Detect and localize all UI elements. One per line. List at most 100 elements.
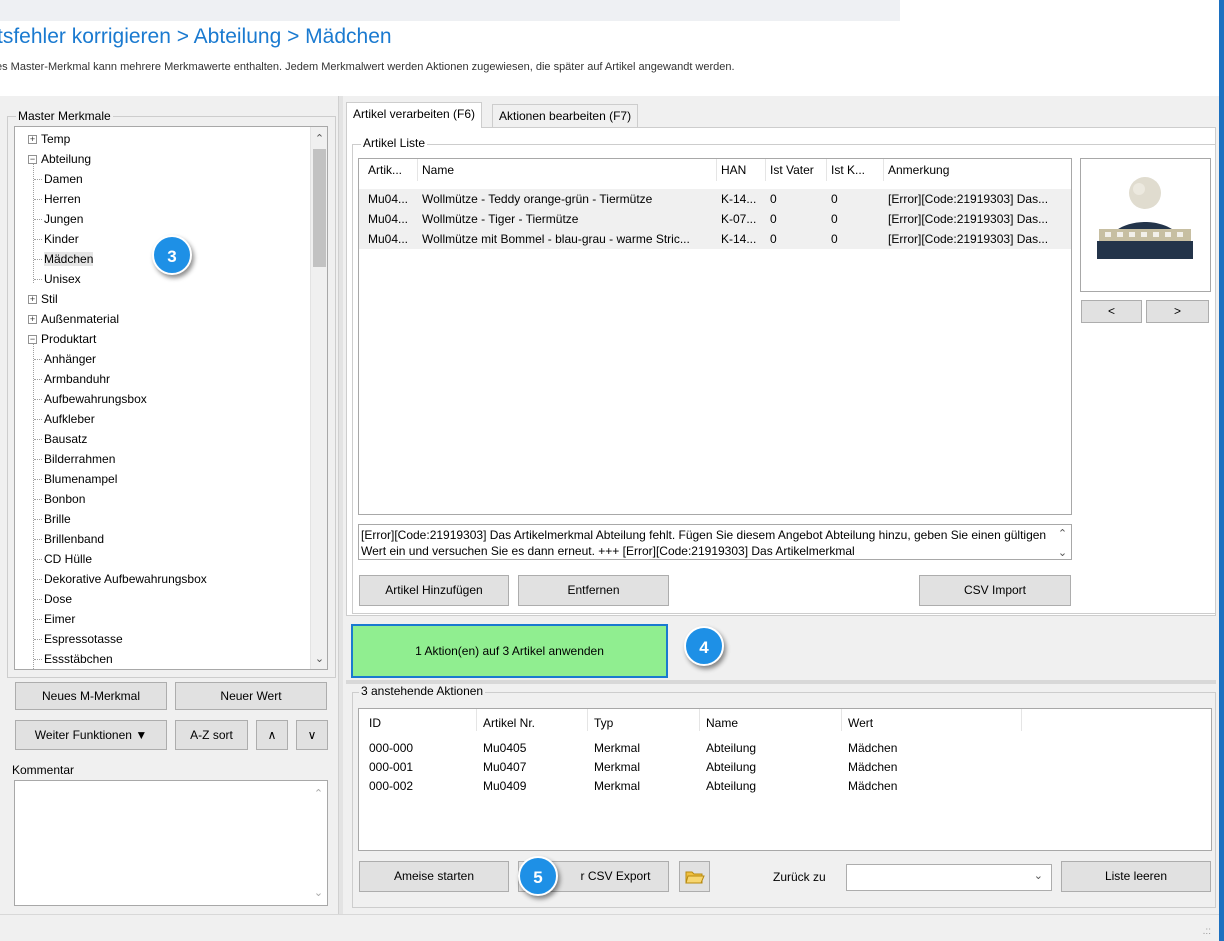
table-row[interactable]: 000-001 Mu0407 Merkmal Abteilung Mädchen (359, 758, 1211, 777)
error-textbox[interactable]: [Error][Code:21919303] Das Artikelmerkma… (358, 524, 1072, 560)
csv-import-label: CSV Import (963, 583, 1026, 597)
move-down-button[interactable]: ∨ (296, 720, 328, 750)
tree-item[interactable]: Armbanduhr (34, 369, 110, 389)
expand-icon[interactable]: + (28, 135, 37, 145)
tree-item[interactable]: CD Hülle (34, 549, 92, 569)
image-next-button[interactable]: > (1146, 300, 1209, 323)
tree-item[interactable]: Blumenampel (34, 469, 117, 489)
tree-item[interactable]: Bonbon (34, 489, 85, 509)
open-folder-button[interactable] (679, 861, 710, 892)
comment-scroll-down-icon[interactable]: ⌄ (310, 886, 327, 899)
resize-grip-icon[interactable]: .:: (1203, 926, 1211, 937)
image-prev-button[interactable]: < (1081, 300, 1142, 323)
tree-item[interactable]: Damen (34, 169, 83, 189)
column-separator (1021, 709, 1022, 731)
tree-item[interactable]: Dose (34, 589, 72, 609)
tree-scrollbar[interactable]: ⌃ ⌄ (310, 127, 327, 669)
table-cell: 000-000 (369, 741, 414, 755)
tree-item[interactable]: Bilderrahmen (34, 449, 115, 469)
tree-item[interactable]: Mädchen (34, 249, 94, 269)
tree-item[interactable]: Essstäbchen (34, 649, 113, 669)
table-cell: Abteilung (706, 741, 757, 755)
expand-icon[interactable]: + (28, 295, 37, 305)
csv-import-button[interactable]: CSV Import (919, 575, 1071, 606)
tree-item[interactable]: Unisex (34, 269, 81, 289)
comment-scroll-up-icon[interactable]: ⌃ (310, 787, 327, 800)
tree-item[interactable]: + Temp (28, 129, 70, 149)
column-header[interactable]: Ist Vater (770, 163, 828, 177)
table-cell: Abteilung (706, 760, 757, 774)
pending-actions-list[interactable]: ID Artikel Nr. Typ Name Wert 000-000 Mu0405 Mer… (358, 708, 1212, 851)
tree-item[interactable]: Kinder (34, 229, 79, 249)
table-row[interactable]: 000-000 Mu0405 Merkmal Abteilung Mädchen (359, 739, 1211, 758)
table-cell: Mu04... (368, 212, 409, 226)
tree-item[interactable]: Dekorative Aufbewahrungsbox (34, 569, 207, 589)
tree-item[interactable]: Aufbewahrungsbox (34, 389, 147, 409)
table-cell: 0 (770, 192, 777, 206)
column-header[interactable]: ID (369, 716, 479, 730)
tree-connector (34, 639, 42, 641)
table-cell: Wollmütze mit Bommel - blau-grau - warme… (422, 232, 690, 246)
new-master-button[interactable]: Neues M-Merkmal (15, 682, 167, 710)
column-header[interactable]: Wert (848, 716, 1018, 730)
column-separator (826, 159, 827, 181)
more-functions-button[interactable]: Weiter Funktionen ▼ (15, 720, 167, 750)
tree-item[interactable]: + Außenmaterial (28, 309, 119, 329)
table-cell: 0 (831, 192, 838, 206)
scroll-up-icon[interactable]: ⌃ (311, 132, 327, 145)
tree-item[interactable]: − Produktart (28, 329, 96, 349)
column-header[interactable]: Typ (594, 716, 702, 730)
master-tree[interactable]: + Temp − Abteilung Damen Herren Jungen Kinder Mä… (14, 126, 328, 670)
column-header[interactable]: Anmerkung (888, 163, 1068, 177)
back-to-select[interactable]: ⌄ (846, 864, 1052, 891)
column-separator (716, 159, 717, 181)
error-scroll-up-icon[interactable]: ⌃ (1054, 527, 1071, 540)
column-separator (765, 159, 766, 181)
article-list[interactable]: Artik... Name HAN Ist Vater Ist K... Anmerkun… (358, 158, 1072, 515)
tree-item[interactable]: Brillenband (34, 529, 104, 549)
column-header[interactable]: Artikel Nr. (483, 716, 591, 730)
tree-scroll-thumb[interactable] (313, 149, 326, 267)
tree-connector (34, 399, 42, 401)
table-row[interactable]: Mu04... Wollmütze - Teddy orange-grün - T… (359, 189, 1071, 209)
tree-connector (34, 239, 42, 241)
tree-item[interactable]: Brille (34, 509, 71, 529)
tree-item[interactable]: Jungen (34, 209, 83, 229)
tree-item[interactable]: Eimer (34, 609, 75, 629)
comment-textarea[interactable]: ⌃ ⌄ (14, 780, 328, 906)
table-cell: 0 (770, 212, 777, 226)
tab-artikel-verarbeiten[interactable]: Artikel verarbeiten (F6) (346, 102, 483, 128)
collapse-icon[interactable]: − (28, 335, 37, 345)
caret-down-icon: ▼ (135, 728, 148, 742)
table-row[interactable]: Mu04... Wollmütze - Tiger - Tiermütze K-07… (359, 209, 1071, 229)
clear-list-button[interactable]: Liste leeren (1061, 861, 1211, 892)
tree-item[interactable]: + Stil (28, 289, 58, 309)
move-up-button[interactable]: ∧ (256, 720, 288, 750)
tree-item[interactable]: Espressotasse (34, 629, 123, 649)
apply-actions-button[interactable]: 1 Aktion(en) auf 3 Artikel anwenden (351, 624, 668, 678)
column-header[interactable]: Name (706, 716, 844, 730)
tab-aktionen-bearbeiten[interactable]: Aktionen bearbeiten (F7) (492, 104, 639, 128)
tree-item[interactable]: Herren (34, 189, 81, 209)
expand-icon[interactable]: + (28, 315, 37, 325)
collapse-icon[interactable]: − (28, 155, 37, 165)
column-header[interactable]: Name (422, 163, 717, 177)
column-header[interactable]: HAN (721, 163, 767, 177)
remove-article-button[interactable]: Entfernen (518, 575, 669, 606)
table-cell: K-07... (721, 212, 757, 226)
tree-item[interactable]: Anhänger (34, 349, 96, 369)
error-scroll-down-icon[interactable]: ⌄ (1054, 546, 1071, 559)
tree-item[interactable]: Bausatz (34, 429, 87, 449)
new-value-button[interactable]: Neuer Wert (175, 682, 327, 710)
column-header[interactable]: Ist K... (831, 163, 885, 177)
add-article-button[interactable]: Artikel Hinzufügen (359, 575, 509, 606)
start-ameise-button[interactable]: Ameise starten (359, 861, 509, 892)
table-row[interactable]: Mu04... Wollmütze mit Bommel - blau-grau … (359, 229, 1071, 249)
table-row[interactable]: 000-002 Mu0409 Merkmal Abteilung Mädchen (359, 777, 1211, 796)
vertical-splitter[interactable] (338, 96, 343, 914)
az-sort-button[interactable]: A-Z sort (175, 720, 248, 750)
tree-item[interactable]: − Abteilung (28, 149, 91, 169)
tree-item[interactable]: Aufkleber (34, 409, 95, 429)
column-header[interactable]: Artik... (368, 163, 420, 177)
scroll-down-icon[interactable]: ⌄ (311, 652, 327, 665)
